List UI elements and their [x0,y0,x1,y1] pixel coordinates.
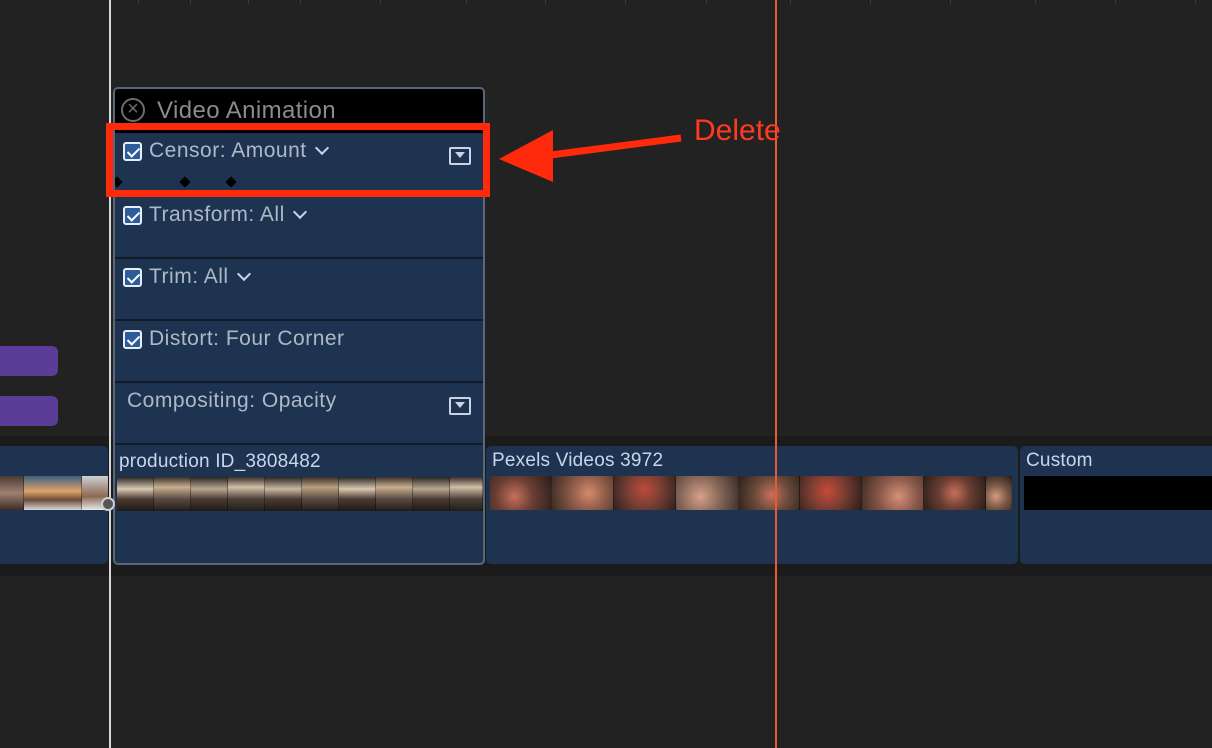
annotation-label: Delete [694,114,781,147]
annotation-highlight-box [106,123,490,197]
clip-filmstrip [117,477,483,511]
clip-filmstrip [0,476,108,510]
connected-clip[interactable] [0,346,58,376]
animation-row-label: Transform: All [149,203,307,227]
animation-row-transform[interactable]: Transform: All [115,197,483,259]
animation-row-trim[interactable]: Trim: All [115,259,483,321]
animation-row-label: Trim: All [149,265,251,289]
animation-row-label: Distort: Four Corner [149,327,345,350]
clip-filmstrip [490,476,1014,510]
clip-title: Pexels Videos 3972 [492,450,664,471]
checkbox-checked-icon[interactable] [123,206,142,225]
chevron-down-icon[interactable] [236,266,251,282]
animation-row-compositing[interactable]: Compositing: Opacity [115,383,483,445]
timeline-clip-pexels[interactable]: Pexels Videos 3972 [486,446,1018,564]
annotation-arrow-icon [499,130,682,182]
clip-filmstrip [1024,476,1212,510]
video-animation-title: Video Animation [157,97,337,124]
clip-title: production ID_3808482 [119,451,321,472]
timeline-clip-custom[interactable]: Custom [1020,446,1212,564]
timeline-clip-previous[interactable] [0,446,108,564]
chevron-down-icon[interactable] [292,204,307,220]
clip-title: Custom [1026,450,1093,471]
animation-row-label: Compositing: Opacity [127,389,337,412]
skimmer-handle[interactable] [101,497,115,511]
animation-row-distort[interactable]: Distort: Four Corner [115,321,483,383]
curve-editor-icon[interactable] [449,397,471,415]
checkbox-checked-icon[interactable] [123,268,142,287]
skimmer-line[interactable] [109,0,111,748]
checkbox-checked-icon[interactable] [123,330,142,349]
timeline-ruler[interactable] [0,0,1212,6]
playhead-line[interactable] [775,0,777,748]
connected-clip[interactable] [0,396,58,426]
circle-x-icon[interactable]: × [121,98,145,122]
